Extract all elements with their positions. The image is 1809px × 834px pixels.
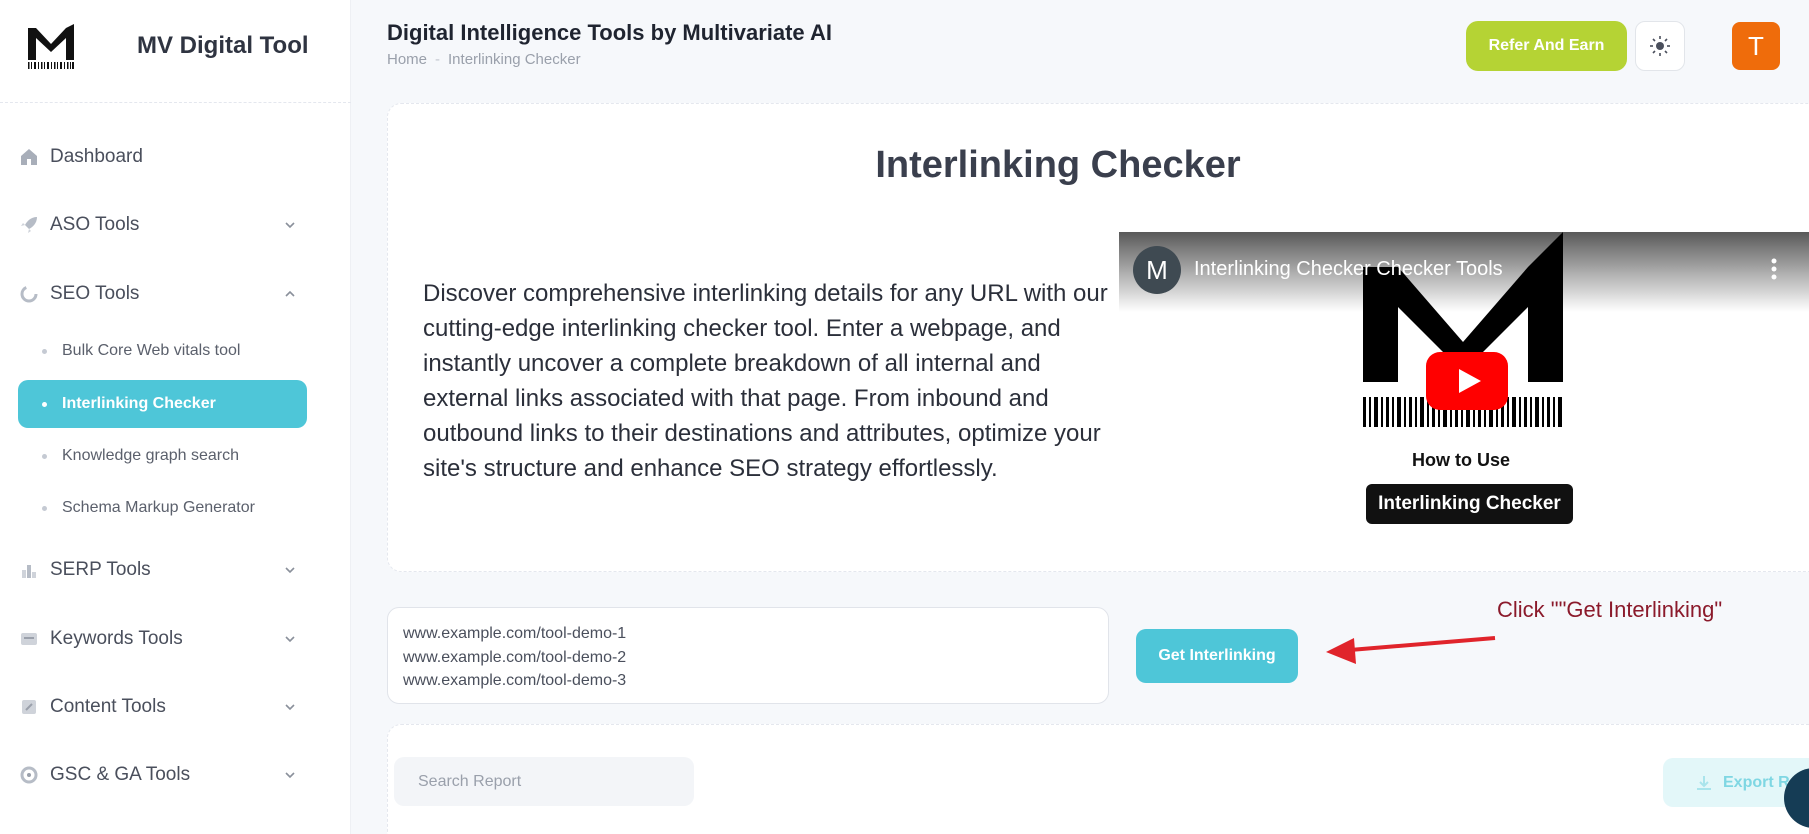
brand-title: MV Digital Tool [137,32,309,59]
video-title[interactable]: Interlinking Checker Checker Tools [1194,258,1503,281]
mv-logo-icon[interactable] [26,20,76,70]
bullet-icon [42,401,47,407]
sun-icon [1650,36,1670,56]
analytics-icon [18,764,40,786]
breadcrumb: Home - Interlinking Checker [387,51,581,68]
chevron-up-icon [285,290,295,297]
sidebar-subitem-schema-markup-generator[interactable]: Schema Markup Generator [18,484,307,532]
tool-title: Interlinking Checker [875,144,1241,186]
sidebar-subitem-knowledge-graph-search[interactable]: Knowledge graph search [18,432,307,480]
get-interlinking-button[interactable]: Get Interlinking [1136,629,1298,683]
sidebar-item-label: ASO Tools [50,214,140,235]
seo-circle-icon [18,283,40,305]
home-icon [18,146,40,168]
bullet-icon [42,348,47,354]
sidebar-item-label: SEO Tools [50,283,140,304]
youtube-play-icon[interactable] [1426,352,1508,410]
sidebar-subitem-interlinking-checker[interactable]: Interlinking Checker [18,380,307,428]
rocket-icon [18,214,40,236]
sidebar-item-label: Dashboard [50,146,143,167]
brand: MV Digital Tool [0,0,351,103]
video-embed[interactable]: M Interlinking Checker Checker Tools How… [1119,232,1809,524]
page-header-title: Digital Intelligence Tools by Multivaria… [387,20,832,45]
url-line: www.example.com/tool-demo-1 [403,625,627,642]
chevron-down-icon [285,704,295,711]
instruction-annotation: Click ""Get Interlinking" [1497,597,1723,622]
arrow-left-icon [1326,636,1496,664]
sidebar-item-label: Content Tools [50,696,166,717]
theme-toggle-button[interactable] [1635,21,1685,71]
sidebar: MV Digital Tool Dashboard ASO Tools SEO … [0,0,351,834]
refer-and-earn-button[interactable]: Refer And Earn [1466,21,1627,71]
breadcrumb-current: Interlinking Checker [448,51,581,68]
sidebar-item-label: GSC & GA Tools [50,764,191,785]
download-icon [1697,775,1711,790]
search-report-input[interactable] [394,757,694,806]
tool-description: Discover comprehensive interlinking deta… [423,280,1108,482]
bullet-icon [42,453,47,459]
report-section: Export Re [387,724,1809,834]
chevron-down-icon [285,222,295,229]
keywords-icon [18,628,40,650]
video-tool-label: Interlinking Checker [1366,484,1573,524]
sidebar-item-keywords-tools[interactable]: Keywords Tools [18,619,308,659]
chevron-down-icon [285,772,295,779]
breadcrumb-home[interactable]: Home [387,51,427,68]
user-avatar[interactable]: T [1732,22,1780,70]
chevron-down-icon [285,636,295,643]
serp-icon [18,559,40,581]
sidebar-item-dashboard[interactable]: Dashboard [18,137,308,177]
sidebar-item-aso-tools[interactable]: ASO Tools [18,205,308,245]
sidebar-item-gsc-ga-tools[interactable]: GSC & GA Tools [18,755,308,795]
sidebar-item-content-tools[interactable]: Content Tools [18,687,308,727]
sidebar-subitem-label: Knowledge graph search [62,447,240,464]
content-icon [18,696,40,718]
more-vertical-icon[interactable] [1759,254,1789,284]
bullet-icon [42,505,47,511]
video-channel-avatar[interactable]: M [1133,246,1181,294]
sidebar-item-seo-tools[interactable]: SEO Tools [18,274,308,314]
url-line: www.example.com/tool-demo-3 [403,672,627,689]
sidebar-subitem-label: Schema Markup Generator [62,499,255,516]
sidebar-subitem-bulk-core-web-vitals[interactable]: Bulk Core Web vitals tool [18,327,307,375]
sidebar-subitem-label: Interlinking Checker [62,395,216,412]
sidebar-item-label: SERP Tools [50,559,151,580]
sidebar-item-label: Keywords Tools [50,628,183,649]
sidebar-subitem-label: Bulk Core Web vitals tool [62,342,241,359]
breadcrumb-separator: - [435,51,441,68]
chevron-down-icon [285,567,295,574]
url-line: www.example.com/tool-demo-2 [403,648,627,666]
sidebar-item-serp-tools[interactable]: SERP Tools [18,550,308,590]
video-how-to-label: How to Use [1411,450,1510,470]
url-input[interactable]: www.example.com/tool-demo-1 www.example.… [387,607,1109,704]
